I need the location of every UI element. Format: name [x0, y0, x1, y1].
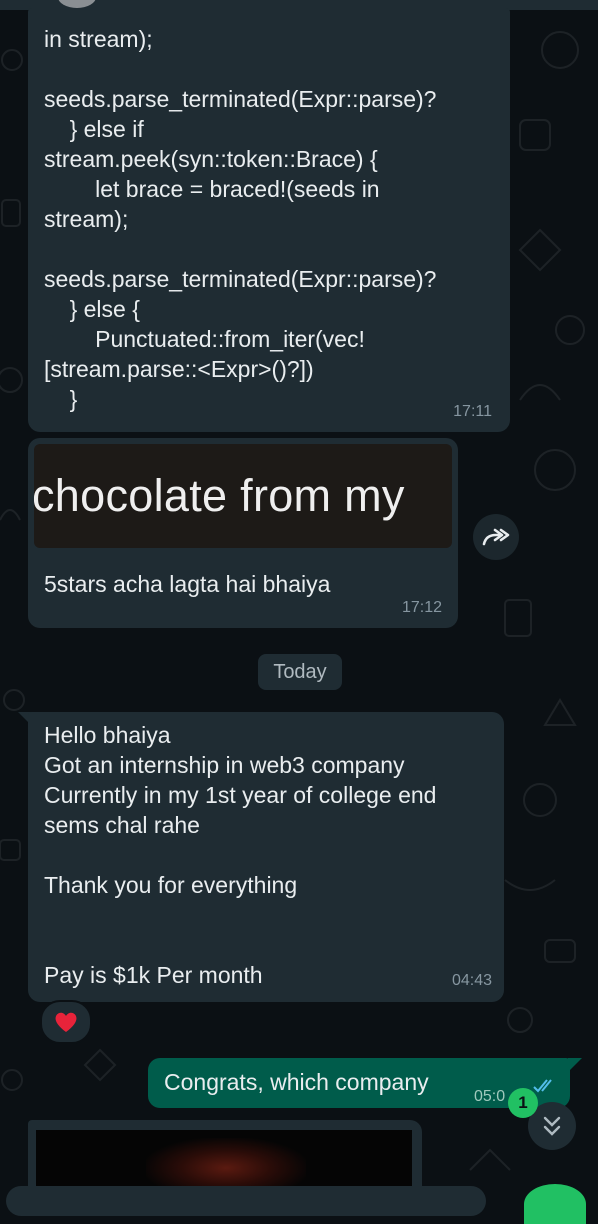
image-caption: 5stars acha lagta hai bhaiya — [44, 571, 331, 597]
message-text: Congrats, which company — [164, 1069, 429, 1095]
bubble-tail — [568, 1058, 582, 1072]
double-chevron-down-icon — [543, 1116, 561, 1136]
message-input[interactable] — [6, 1186, 486, 1216]
reaction-heart[interactable] — [40, 1000, 92, 1044]
mic-button[interactable] — [524, 1184, 586, 1224]
message-text: Hello bhaiya Got an internship in web3 c… — [44, 722, 437, 988]
unread-count-badge: 1 — [508, 1088, 538, 1118]
message-image[interactable]: chocolate from my — [34, 444, 452, 548]
message-time: 17:12 — [401, 599, 442, 616]
double-check-icon — [533, 1079, 552, 1093]
heart-icon — [55, 1012, 77, 1032]
message-bubble-code[interactable]: in stream); seeds.parse_terminated(Expr:… — [28, 8, 510, 432]
image-text: chocolate from my — [34, 470, 405, 521]
date-divider: Today — [258, 654, 342, 690]
forward-button[interactable] — [473, 514, 519, 560]
message-bubble-image[interactable]: chocolate from my 5stars acha lagta hai … — [28, 438, 458, 628]
forward-icon — [482, 528, 510, 546]
message-bubble-outgoing[interactable]: Congrats, which company 05:0 — [148, 1058, 570, 1108]
message-bubble-incoming[interactable]: Hello bhaiya Got an internship in web3 c… — [28, 712, 504, 1002]
message-time: 04:43 — [451, 972, 492, 989]
message-time: 05:0 — [474, 1088, 506, 1105]
message-time: 17:11 — [453, 403, 492, 420]
message-text: in stream); seeds.parse_terminated(Expr:… — [44, 26, 437, 412]
